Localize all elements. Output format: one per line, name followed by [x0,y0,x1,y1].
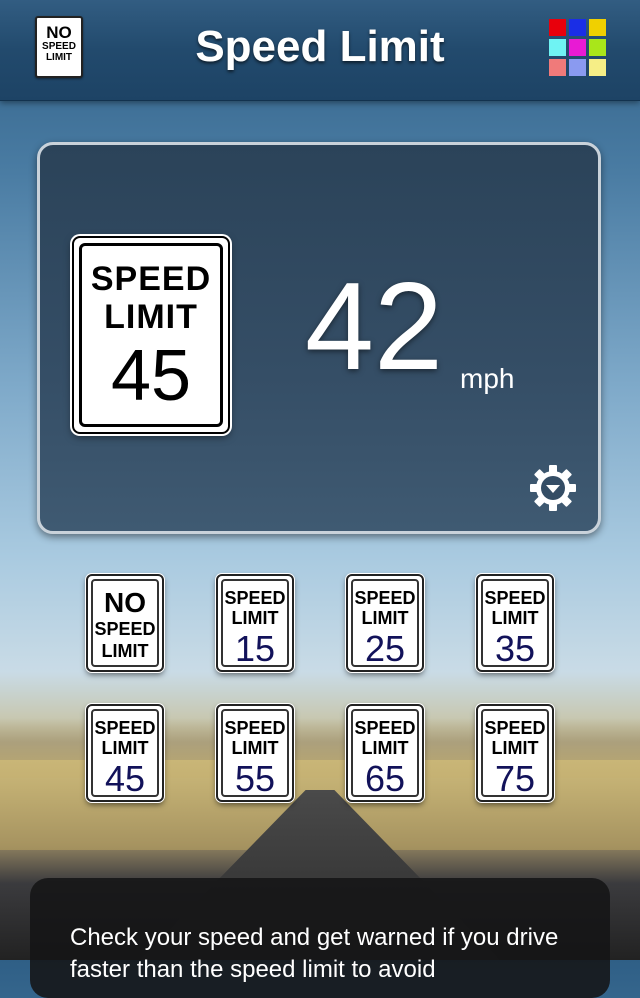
color-theme-icon[interactable] [549,19,607,77]
sign-button-25[interactable]: SPEED LIMIT 25 [346,574,424,672]
speed-unit: mph [460,363,515,394]
sign-value: 35 [494,628,536,669]
sign-line2: LIMIT [361,608,409,628]
sign-border: SPEED LIMIT 45 [79,243,223,427]
sign-line3: LIMIT [101,641,149,661]
description-box: Check your speed and get warned if you d… [30,878,610,998]
sign-border: SPEED LIMIT 25 [351,579,419,669]
sign-line2: LIMIT [491,738,539,758]
color-swatch [549,39,566,56]
sign-value: 25 [364,628,406,669]
sign-line1: SPEED [224,718,286,738]
sign-value: 55 [234,758,276,799]
sign-border: SPEED LIMIT 35 [481,579,549,669]
sign-line1: SPEED [354,718,416,738]
sign-line1: SPEED [484,588,546,608]
sign-line1: NO [104,587,146,618]
sign-value: 45 [104,758,146,799]
sign-line1: SPEED [224,588,286,608]
color-swatch [589,59,606,76]
sign-line1: SPEED [484,718,546,738]
description-text: Check your speed and get warned if you d… [70,924,559,983]
sign-button-65[interactable]: SPEED LIMIT 65 [346,704,424,802]
color-swatch [569,59,586,76]
sign-button-45[interactable]: SPEED LIMIT 45 [86,704,164,802]
sign-line2: LIMIT [104,298,198,336]
sign-border: SPEED LIMIT 45 [91,709,159,799]
sign-border: SPEED LIMIT 55 [221,709,289,799]
sign-line2: SPEED [94,619,156,639]
sign-border: NO SPEED LIMIT [91,579,159,667]
sign-button-55[interactable]: SPEED LIMIT 55 [216,704,294,802]
page-title: Speed Limit [195,22,445,71]
sign-line2: LIMIT [231,738,279,758]
gear-dropdown-icon [530,465,576,511]
color-swatch [569,39,586,56]
color-swatch [569,19,586,36]
sign-line2: LIMIT [491,608,539,628]
sign-border: SPEED LIMIT 75 [481,709,549,799]
sign-border: SPEED LIMIT 65 [351,709,419,799]
sign-button-75[interactable]: SPEED LIMIT 75 [476,704,554,802]
sign-button-15[interactable]: SPEED LIMIT 15 [216,574,294,672]
speed-panel: SPEED LIMIT 45 42 mph [37,142,601,534]
sign-value: 75 [494,758,536,799]
sign-line2: LIMIT [231,608,279,628]
sign-border: SPEED LIMIT 15 [221,579,289,669]
color-swatch [549,59,566,76]
sign-line1: SPEED [90,260,212,298]
sign-line1: SPEED [354,588,416,608]
sign-button-35[interactable]: SPEED LIMIT 35 [476,574,554,672]
sign-button-no-limit[interactable]: NO SPEED LIMIT [86,574,164,672]
sign-value: 15 [234,628,276,669]
current-speed: 42 [305,258,443,396]
sign-line2: LIMIT [361,738,409,758]
sign-value: 65 [364,758,406,799]
current-speed-limit-sign: SPEED LIMIT 45 [72,236,230,434]
sign-line2: LIMIT [101,738,149,758]
color-swatch [589,19,606,36]
sign-limit-value: 45 [110,336,192,416]
gear-icon[interactable] [528,463,578,513]
color-swatch [549,19,566,36]
sign-line1: SPEED [94,718,156,738]
nav-bar: NO SPEED LIMIT Speed Limit [0,0,640,101]
color-swatch [589,39,606,56]
